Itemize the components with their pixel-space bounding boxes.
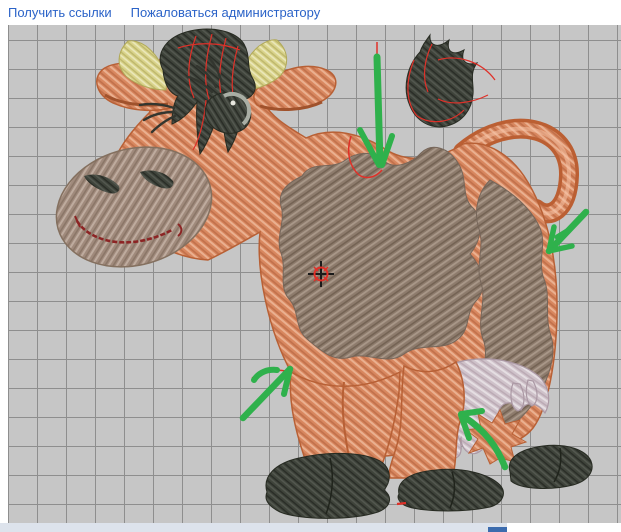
get-links-link[interactable]: Получить ссылки: [8, 5, 112, 20]
embroidery-viewer-window: Получить ссылки Пожаловаться администрат…: [0, 0, 621, 532]
scrollbar-thumb[interactable]: [488, 527, 507, 532]
design-grid-canvas[interactable]: [8, 25, 621, 523]
toolbar: Получить ссылки Пожаловаться администрат…: [0, 0, 621, 25]
horizontal-scrollbar[interactable]: [0, 523, 621, 532]
report-admin-link[interactable]: Пожаловаться администратору: [131, 5, 321, 20]
scrollbar-corner: [507, 523, 621, 532]
scrollbar-track[interactable]: [0, 523, 507, 532]
